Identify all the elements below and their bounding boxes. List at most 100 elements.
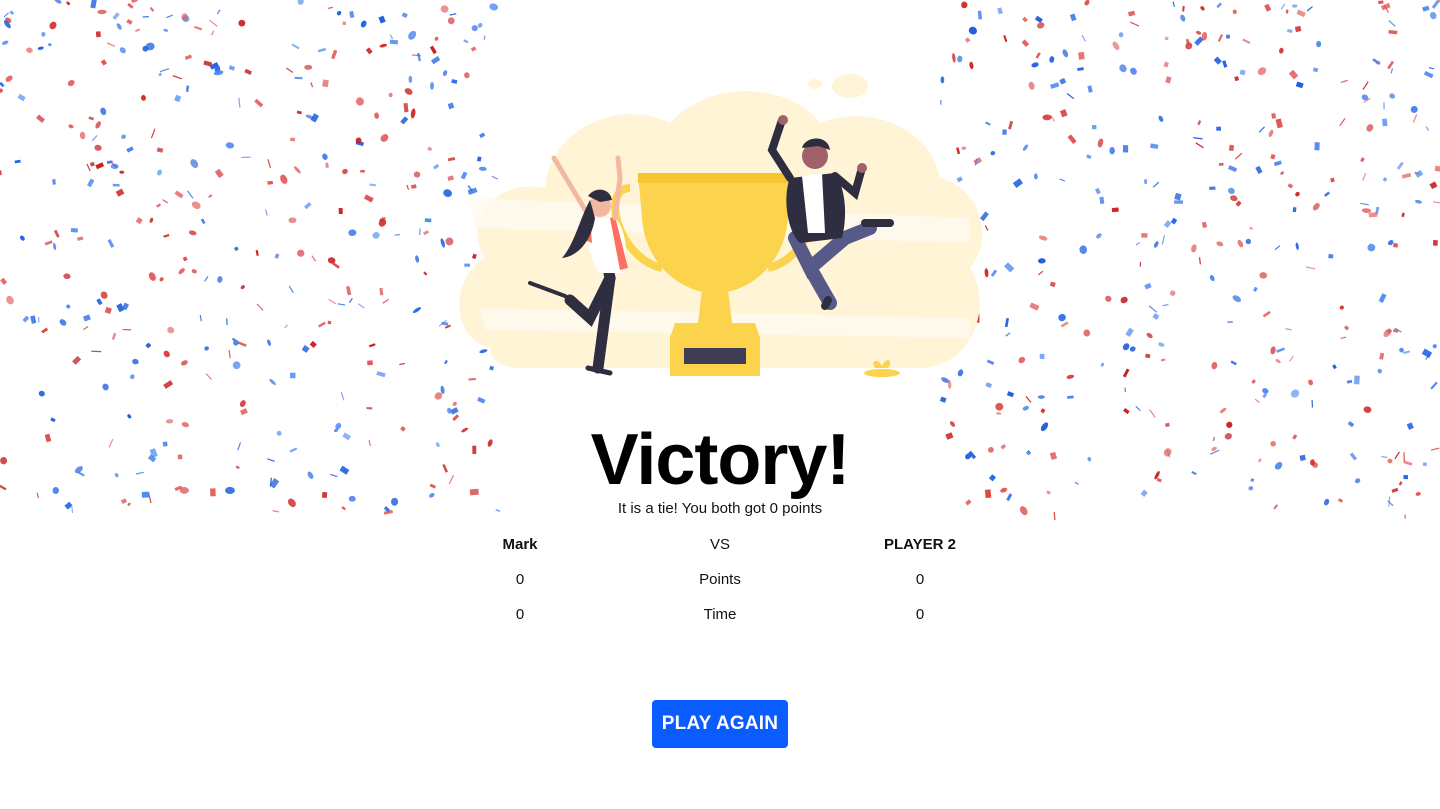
confetti-piece — [1003, 262, 1015, 273]
confetti-piece — [1381, 118, 1388, 127]
confetti-piece — [1262, 388, 1269, 394]
confetti-piece — [1431, 0, 1440, 9]
confetti-piece — [285, 67, 294, 74]
confetti-piece — [291, 43, 300, 50]
scoreboard-header-row: Mark VS PLAYER 2 — [420, 527, 1020, 562]
confetti-piece — [149, 6, 155, 12]
confetti-piece — [367, 360, 373, 366]
confetti-piece — [1280, 3, 1286, 10]
confetti-piece — [1004, 317, 1010, 328]
confetti-piece — [1161, 235, 1166, 245]
confetti-piece — [1200, 6, 1205, 11]
confetti-piece — [47, 42, 52, 47]
confetti-piece — [1119, 64, 1127, 73]
confetti-piece — [342, 168, 348, 175]
confetti-piece — [1059, 77, 1067, 85]
confetti-piece — [100, 107, 107, 116]
confetti-piece — [159, 277, 164, 282]
confetti-piece — [1083, 329, 1091, 337]
table-row: 0 Time 0 — [420, 597, 1020, 632]
confetti-piece — [44, 240, 53, 246]
confetti-piece — [964, 37, 971, 43]
confetti-piece — [417, 52, 422, 62]
confetti-piece — [1216, 126, 1221, 131]
confetti-piece — [1222, 60, 1228, 68]
confetti-piece — [1383, 328, 1392, 338]
confetti-piece — [1389, 93, 1396, 99]
confetti-piece — [1162, 303, 1169, 307]
confetti-piece — [483, 35, 486, 40]
confetti-piece — [1339, 118, 1346, 127]
confetti-piece — [232, 361, 241, 370]
play-again-button[interactable]: PLAY AGAIN — [652, 700, 788, 748]
confetti-piece — [1067, 134, 1077, 144]
confetti-piece — [293, 166, 301, 174]
confetti-piece — [208, 194, 213, 198]
confetti-piece — [1429, 11, 1437, 20]
confetti-piece — [940, 396, 947, 403]
confetti-piece — [337, 303, 346, 306]
confetti-piece — [411, 54, 421, 57]
confetti-piece — [1081, 34, 1086, 42]
confetti-piece — [1, 40, 9, 45]
confetti-piece — [378, 15, 386, 24]
confetti-piece — [1360, 202, 1369, 206]
confetti-piece — [0, 88, 3, 93]
confetti-piece — [267, 159, 272, 169]
confetti-piece — [434, 392, 443, 400]
confetti-piece — [952, 52, 956, 63]
confetti-piece — [1040, 408, 1046, 414]
confetti-piece — [1105, 295, 1112, 302]
confetti-piece — [119, 47, 126, 54]
confetti-piece — [240, 285, 245, 290]
confetti-piece — [110, 161, 118, 168]
confetti-piece — [305, 114, 314, 120]
confetti-piece — [1086, 154, 1092, 160]
confetti-piece — [216, 9, 221, 15]
confetti-piece — [400, 116, 409, 125]
confetti-piece — [217, 276, 223, 283]
confetti-piece — [1362, 172, 1367, 181]
confetti-piece — [374, 112, 380, 119]
confetti-piece — [1219, 407, 1227, 414]
confetti-piece — [368, 343, 376, 348]
confetti-piece — [449, 13, 457, 16]
confetti-piece — [41, 327, 49, 334]
confetti-piece — [430, 81, 434, 90]
confetti-piece — [102, 383, 109, 391]
confetti-piece — [239, 400, 246, 408]
confetti-piece — [100, 59, 108, 66]
confetti-piece — [355, 97, 364, 106]
confetti-piece — [1170, 217, 1178, 225]
confetti-piece — [378, 218, 387, 227]
confetti-piece — [412, 307, 421, 313]
confetti-piece — [1401, 172, 1412, 179]
confetti-piece — [1254, 398, 1260, 404]
confetti-piece — [328, 298, 337, 305]
confetti-piece — [1422, 5, 1430, 12]
confetti-piece — [363, 194, 374, 203]
confetti-piece — [159, 68, 170, 73]
confetti-piece — [116, 303, 125, 313]
confetti-piece — [95, 121, 101, 129]
confetti-piece — [424, 218, 432, 223]
confetti-piece — [1129, 346, 1136, 352]
confetti-piece — [204, 346, 209, 351]
confetti-piece — [182, 256, 188, 262]
confetti-piece — [452, 401, 457, 406]
confetti-piece — [477, 396, 486, 404]
confetti-piece — [228, 65, 236, 71]
confetti-piece — [342, 21, 347, 26]
confetti-piece — [0, 170, 2, 176]
confetti-piece — [1180, 14, 1186, 22]
confetti-piece — [1234, 152, 1243, 160]
confetti-piece — [1112, 41, 1120, 51]
confetti-piece — [311, 255, 317, 262]
confetti-piece — [1201, 31, 1208, 41]
confetti-piece — [110, 163, 119, 169]
confetti-piece — [1037, 270, 1044, 276]
confetti-piece — [200, 218, 206, 225]
confetti-piece — [401, 12, 408, 19]
confetti-piece — [1216, 241, 1224, 247]
confetti-piece — [382, 298, 390, 304]
